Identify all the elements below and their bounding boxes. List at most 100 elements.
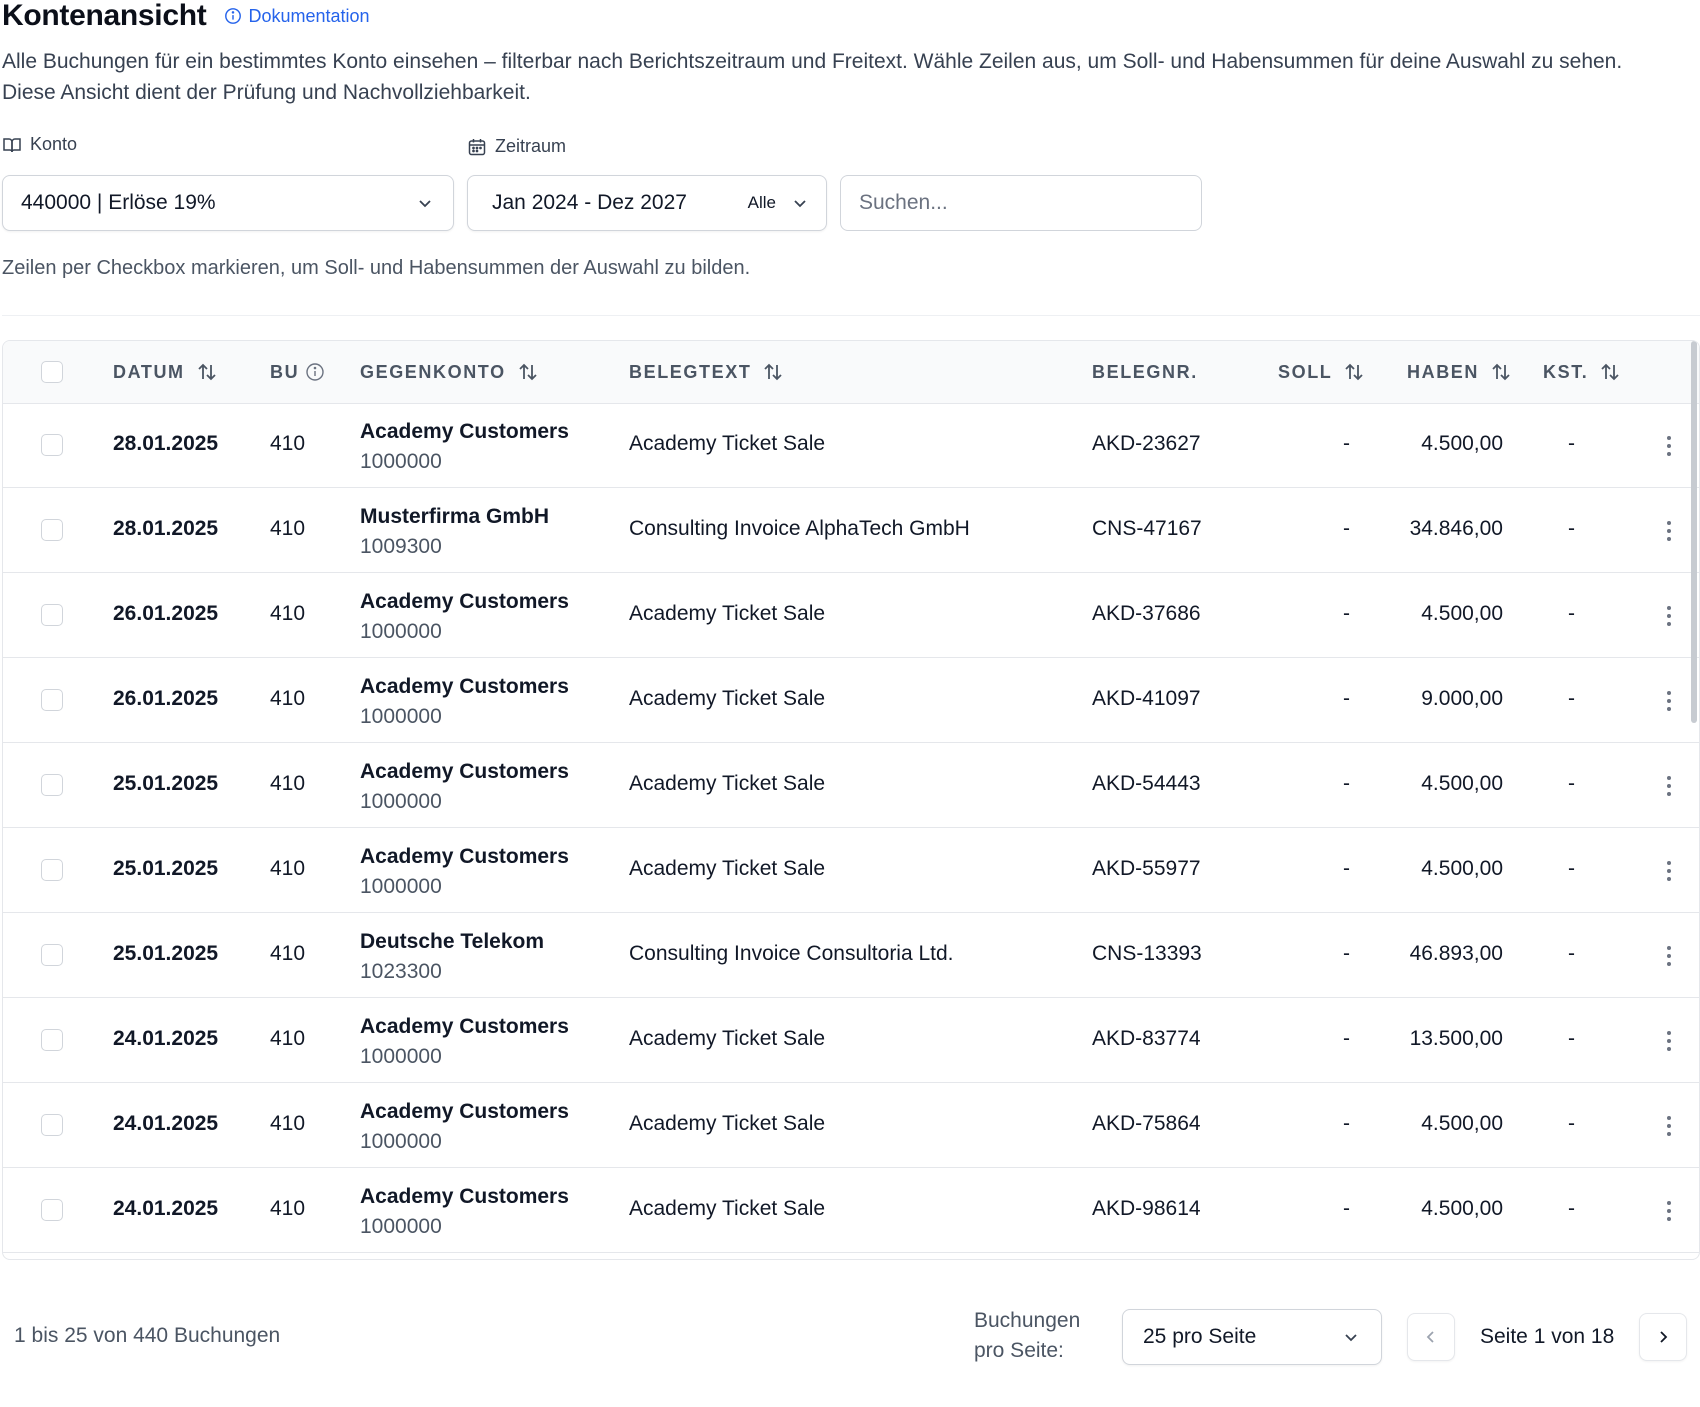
row-checkbox[interactable] bbox=[41, 519, 63, 541]
konto-select[interactable]: 440000 | Erlöse 19% bbox=[2, 175, 454, 231]
cell-belegtext: Academy Ticket Sale bbox=[629, 432, 826, 455]
table-row[interactable]: 28.01.2025 410 Musterfirma GmbH 1009300 C… bbox=[3, 488, 1699, 573]
search-input[interactable] bbox=[840, 175, 1202, 231]
cell-haben: 4.500,00 bbox=[1421, 1112, 1503, 1135]
row-checkbox[interactable] bbox=[41, 1199, 63, 1221]
per-page-label: Buchungen pro Seite: bbox=[974, 1306, 1080, 1366]
row-checkbox[interactable] bbox=[41, 1114, 63, 1136]
gegenkonto-number: 1023300 bbox=[360, 960, 442, 983]
column-header-gegenkonto[interactable]: GEGENKONTO bbox=[360, 341, 540, 403]
cell-datum: 25.01.2025 bbox=[113, 942, 219, 965]
table-row[interactable]: 26.01.2025 410 Academy Customers 1000000 … bbox=[3, 658, 1699, 743]
cell-bu: 410 bbox=[270, 687, 306, 710]
column-header-bu: BU bbox=[270, 341, 325, 403]
pagination-summary: 1 bis 25 von 440 Buchungen bbox=[14, 1324, 281, 1347]
row-checkbox[interactable] bbox=[41, 604, 63, 626]
column-header-haben[interactable]: HABEN bbox=[1407, 341, 1513, 403]
cell-kst: - bbox=[1568, 1112, 1575, 1135]
cell-bu: 410 bbox=[270, 772, 306, 795]
table-row[interactable]: 25.01.2025 410 Academy Customers 1000000 … bbox=[3, 743, 1699, 828]
cell-haben: 4.500,00 bbox=[1421, 857, 1503, 880]
next-page-button[interactable] bbox=[1639, 1313, 1687, 1361]
more-vertical-icon[interactable] bbox=[1658, 858, 1680, 884]
row-checkbox[interactable] bbox=[41, 774, 63, 796]
more-vertical-icon[interactable] bbox=[1658, 1113, 1680, 1139]
cell-gegenkonto: Academy Customers 1000000 bbox=[360, 842, 569, 902]
cell-haben: 4.500,00 bbox=[1421, 432, 1503, 455]
table-row[interactable]: 28.01.2025 410 Academy Customers 1000000 … bbox=[3, 403, 1699, 488]
cell-soll: - bbox=[1343, 517, 1350, 540]
cell-soll: - bbox=[1343, 432, 1350, 455]
column-header-gegenkonto-label: GEGENKONTO bbox=[360, 361, 506, 382]
cell-gegenkonto: Academy Customers 1000000 bbox=[360, 1182, 569, 1242]
gegenkonto-number: 1000000 bbox=[360, 875, 442, 898]
book-icon bbox=[3, 137, 21, 152]
more-vertical-icon[interactable] bbox=[1658, 1028, 1680, 1054]
per-page-select[interactable]: 25 pro Seite bbox=[1122, 1309, 1382, 1365]
gegenkonto-name: Academy Customers bbox=[360, 1100, 569, 1123]
more-vertical-icon[interactable] bbox=[1658, 773, 1680, 799]
cell-datum: 24.01.2025 bbox=[113, 1112, 219, 1135]
zeitraum-select[interactable]: Jan 2024 - Dez 2027 Alle bbox=[467, 175, 827, 231]
row-checkbox[interactable] bbox=[41, 944, 63, 966]
cell-belegtext: Academy Ticket Sale bbox=[629, 1197, 826, 1220]
page-info: Seite 1 von 18 bbox=[1480, 1325, 1615, 1348]
chevron-left-icon bbox=[1426, 1331, 1434, 1343]
row-checkbox[interactable] bbox=[41, 434, 63, 456]
more-vertical-icon[interactable] bbox=[1658, 688, 1680, 714]
cell-bu: 410 bbox=[270, 1197, 306, 1220]
cell-kst: - bbox=[1568, 1197, 1575, 1220]
more-vertical-icon[interactable] bbox=[1658, 518, 1680, 544]
table-row[interactable]: 26.01.2025 410 Academy Customers 1000000 … bbox=[3, 573, 1699, 658]
cell-belegtext: Academy Ticket Sale bbox=[629, 1027, 826, 1050]
table-row[interactable]: 25.01.2025 410 Deutsche Telekom 1023300 C… bbox=[3, 913, 1699, 998]
per-page-select-value: 25 pro Seite bbox=[1143, 1325, 1257, 1348]
more-vertical-icon[interactable] bbox=[1658, 943, 1680, 969]
table-row[interactable]: 25.01.2025 410 Academy Customers 1000000 … bbox=[3, 828, 1699, 913]
column-header-kst[interactable]: KST. bbox=[1543, 341, 1622, 403]
info-icon[interactable] bbox=[305, 362, 325, 382]
column-header-belegtext-label: BELEGTEXT bbox=[629, 361, 752, 382]
cell-gegenkonto: Deutsche Telekom 1023300 bbox=[360, 927, 544, 987]
row-checkbox[interactable] bbox=[41, 689, 63, 711]
cell-bu: 410 bbox=[270, 1112, 306, 1135]
documentation-link-label[interactable]: Dokumentation bbox=[248, 6, 369, 27]
zeitraum-select-value: Jan 2024 - Dez 2027 bbox=[492, 191, 687, 214]
column-header-soll[interactable]: SOLL bbox=[1278, 341, 1366, 403]
table-row[interactable]: 24.01.2025 410 Academy Customers 1000000 … bbox=[3, 1083, 1699, 1168]
cell-soll: - bbox=[1343, 1197, 1350, 1220]
cell-gegenkonto: Academy Customers 1000000 bbox=[360, 757, 569, 817]
column-header-belegtext[interactable]: BELEGTEXT bbox=[629, 341, 785, 403]
sort-icon bbox=[519, 363, 537, 381]
cell-kst: - bbox=[1568, 1027, 1575, 1050]
gegenkonto-number: 1000000 bbox=[360, 450, 442, 473]
select-all-checkbox[interactable] bbox=[41, 361, 63, 383]
cell-belegnr: AKD-23627 bbox=[1092, 432, 1201, 455]
cell-kst: - bbox=[1568, 602, 1575, 625]
more-vertical-icon[interactable] bbox=[1658, 603, 1680, 629]
cell-gegenkonto: Academy Customers 1000000 bbox=[360, 587, 569, 647]
cell-gegenkonto: Musterfirma GmbH 1009300 bbox=[360, 502, 549, 562]
gegenkonto-name: Musterfirma GmbH bbox=[360, 505, 550, 528]
column-header-belegnr-label: BELEGNR. bbox=[1092, 361, 1198, 382]
row-checkbox[interactable] bbox=[41, 1029, 63, 1051]
column-header-datum[interactable]: DATUM bbox=[113, 341, 219, 403]
gegenkonto-name: Academy Customers bbox=[360, 760, 569, 783]
previous-page-button[interactable] bbox=[1407, 1313, 1455, 1361]
cell-belegnr: AKD-55977 bbox=[1092, 857, 1201, 880]
more-vertical-icon[interactable] bbox=[1658, 1198, 1680, 1224]
zeitraum-preset: Alle bbox=[747, 193, 776, 212]
cell-belegnr: AKD-41097 bbox=[1092, 687, 1201, 710]
cell-datum: 24.01.2025 bbox=[113, 1197, 219, 1220]
gegenkonto-name: Academy Customers bbox=[360, 1185, 569, 1208]
row-checkbox[interactable] bbox=[41, 859, 63, 881]
cell-datum: 28.01.2025 bbox=[113, 432, 219, 455]
table-row[interactable]: 24.01.2025 410 Academy Customers 1000000 … bbox=[3, 1168, 1699, 1253]
cell-soll: - bbox=[1343, 772, 1350, 795]
table-scrollbar[interactable] bbox=[1691, 341, 1697, 723]
table-row[interactable]: 24.01.2025 410 Academy Customers 1000000 … bbox=[3, 998, 1699, 1083]
gegenkonto-number: 1000000 bbox=[360, 790, 442, 813]
more-vertical-icon[interactable] bbox=[1658, 433, 1680, 459]
documentation-link[interactable]: Dokumentation bbox=[224, 6, 370, 27]
page-description: Alle Buchungen für ein bestimmtes Konto … bbox=[2, 50, 1623, 104]
